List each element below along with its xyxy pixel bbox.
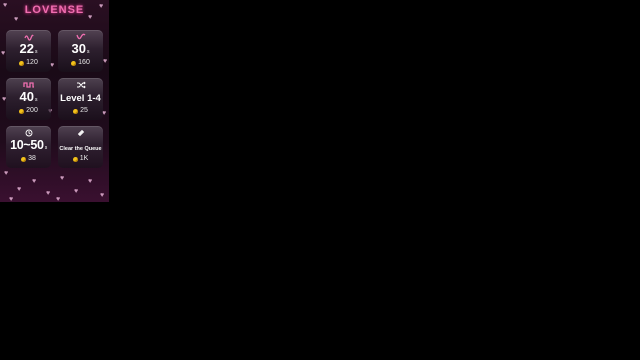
tip-option-card[interactable]: Clear the Queue 1K xyxy=(58,126,103,168)
heart-icon: ♥ xyxy=(4,170,9,177)
coin-icon xyxy=(72,156,78,162)
tip-option-price: 160 xyxy=(58,59,103,67)
heart-icon: ♥ xyxy=(32,178,37,185)
wave-high-icon xyxy=(6,81,51,89)
coin-icon xyxy=(71,60,77,66)
tip-option-clear-queue: Clear the Queue xyxy=(59,146,102,152)
tip-option-price: 120 xyxy=(6,59,51,67)
coin-icon xyxy=(21,156,27,162)
heart-icon: ♥ xyxy=(100,192,105,199)
tip-option-duration-range: 10~50s xyxy=(10,138,47,152)
tip-option-card[interactable]: 30s 160 xyxy=(58,30,103,72)
shuffle-icon xyxy=(58,81,103,89)
coin-icon xyxy=(19,108,25,114)
heart-icon: ♥ xyxy=(14,16,19,23)
tip-option-card[interactable]: 10~50s 38 xyxy=(6,126,51,168)
heart-icon: ♥ xyxy=(103,58,108,65)
wave-medium-icon xyxy=(58,33,103,41)
coin-icon xyxy=(73,108,79,114)
tip-option-price: 200 xyxy=(6,107,51,115)
heart-icon: ♥ xyxy=(9,196,14,202)
tip-option-duration: 30s xyxy=(71,41,90,56)
heart-icon: ♥ xyxy=(46,190,51,197)
heart-icon: ♥ xyxy=(56,196,61,202)
heart-icon: ♥ xyxy=(88,178,93,185)
tip-menu-panel: ♥ ♥ ♥ ♥ ♥ ♥ ♥ ♥ ♥ ♥ ♥ ♥ ♥ ♥ ♥ ♥ ♥ ♥ ♥ ♥ … xyxy=(0,0,109,202)
lovense-logo: LOVENSE xyxy=(24,4,85,16)
tip-option-price: 25 xyxy=(58,107,103,115)
heart-icon: ♥ xyxy=(60,175,65,182)
tip-options-grid: 22s 120 30s 160 40s 200 Level 1-4 25 10~… xyxy=(6,30,103,168)
tip-option-price: 1K xyxy=(58,155,103,163)
tip-option-card[interactable]: 22s 120 xyxy=(6,30,51,72)
tip-option-duration: 22s xyxy=(19,41,38,56)
eraser-icon xyxy=(58,129,103,137)
tip-option-level: Level 1-4 xyxy=(60,93,101,104)
heart-icon: ♥ xyxy=(17,186,22,193)
tip-option-price: 38 xyxy=(6,155,51,163)
coin-icon xyxy=(19,60,25,66)
wave-low-icon xyxy=(6,33,51,41)
heart-icon: ♥ xyxy=(74,188,79,195)
tip-option-duration: 40s xyxy=(19,89,38,104)
heart-icon: ♥ xyxy=(1,50,6,57)
clock-icon xyxy=(6,129,51,137)
tip-option-card[interactable]: Level 1-4 25 xyxy=(58,78,103,120)
tip-option-card[interactable]: 40s 200 xyxy=(6,78,51,120)
